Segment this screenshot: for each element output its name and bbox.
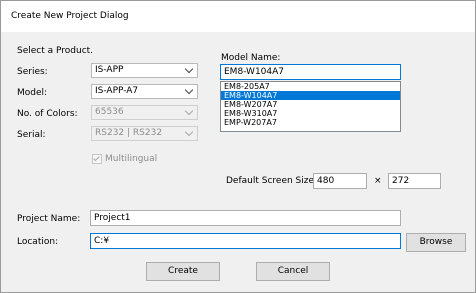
browse-button[interactable]: Browse <box>406 233 466 252</box>
colors-label: No. of Colors: <box>17 109 78 119</box>
list-item[interactable]: EM8-W207A7 <box>221 100 400 109</box>
create-button[interactable]: Create <box>146 262 220 281</box>
model-name-value: EM8-W104A7 <box>224 67 285 77</box>
project-name-value: Project1 <box>94 213 131 223</box>
project-name-input[interactable]: Project1 <box>90 210 401 226</box>
model-name-list[interactable]: EM8-205A7 EM8-W104A7 EM8-W207A7 EM8-W310… <box>220 81 401 132</box>
model-name-label: Model Name: <box>221 53 281 63</box>
series-select[interactable]: IS-APP <box>91 63 198 78</box>
screen-width-value: 480 <box>317 176 335 186</box>
serial-select[interactable]: RS232 | RS232 <box>91 126 198 141</box>
location-label: Location: <box>17 237 59 247</box>
serial-label: Serial: <box>17 130 46 140</box>
series-value: IS-APP <box>95 65 124 75</box>
multilingual-checkbox[interactable] <box>92 154 102 164</box>
model-label: Model: <box>17 88 48 98</box>
location-value: C:¥ <box>94 236 110 246</box>
screen-size-label: Default Screen Size: <box>226 176 318 186</box>
list-item[interactable]: EM8-W310A7 <box>221 109 400 118</box>
chevron-down-icon <box>184 106 194 116</box>
model-name-input[interactable]: EM8-W104A7 <box>220 64 401 80</box>
project-name-label: Project Name: <box>17 214 81 224</box>
list-item[interactable]: EMP-W207A7 <box>221 118 400 127</box>
model-value: IS-APP-A7 <box>95 86 139 96</box>
multilingual-label: Multilingual <box>105 154 158 164</box>
window-title: Create New Project Dialog <box>11 11 129 21</box>
list-item[interactable]: EM8-205A7 <box>221 82 400 91</box>
series-label: Series: <box>17 67 48 77</box>
location-input[interactable]: C:¥ <box>90 233 401 249</box>
cancel-button[interactable]: Cancel <box>256 262 330 281</box>
chevron-down-icon <box>184 85 194 95</box>
chevron-down-icon <box>184 127 194 137</box>
model-select[interactable]: IS-APP-A7 <box>91 84 198 99</box>
screen-height-value: 272 <box>392 176 410 186</box>
title-bar: Create New Project Dialog <box>1 1 475 32</box>
colors-value: 65536 <box>95 107 124 117</box>
colors-select[interactable]: 65536 <box>91 105 198 120</box>
create-project-dialog: Create New Project Dialog Select a Produ… <box>0 0 476 293</box>
screen-height-input[interactable]: 272 <box>388 173 441 189</box>
list-item-selected[interactable]: EM8-W104A7 <box>221 91 400 100</box>
times-symbol: × <box>374 176 382 186</box>
serial-value: RS232 | RS232 <box>95 128 163 138</box>
screen-width-input[interactable]: 480 <box>313 173 367 189</box>
select-product-label: Select a Product. <box>17 46 94 56</box>
chevron-down-icon <box>184 64 194 74</box>
